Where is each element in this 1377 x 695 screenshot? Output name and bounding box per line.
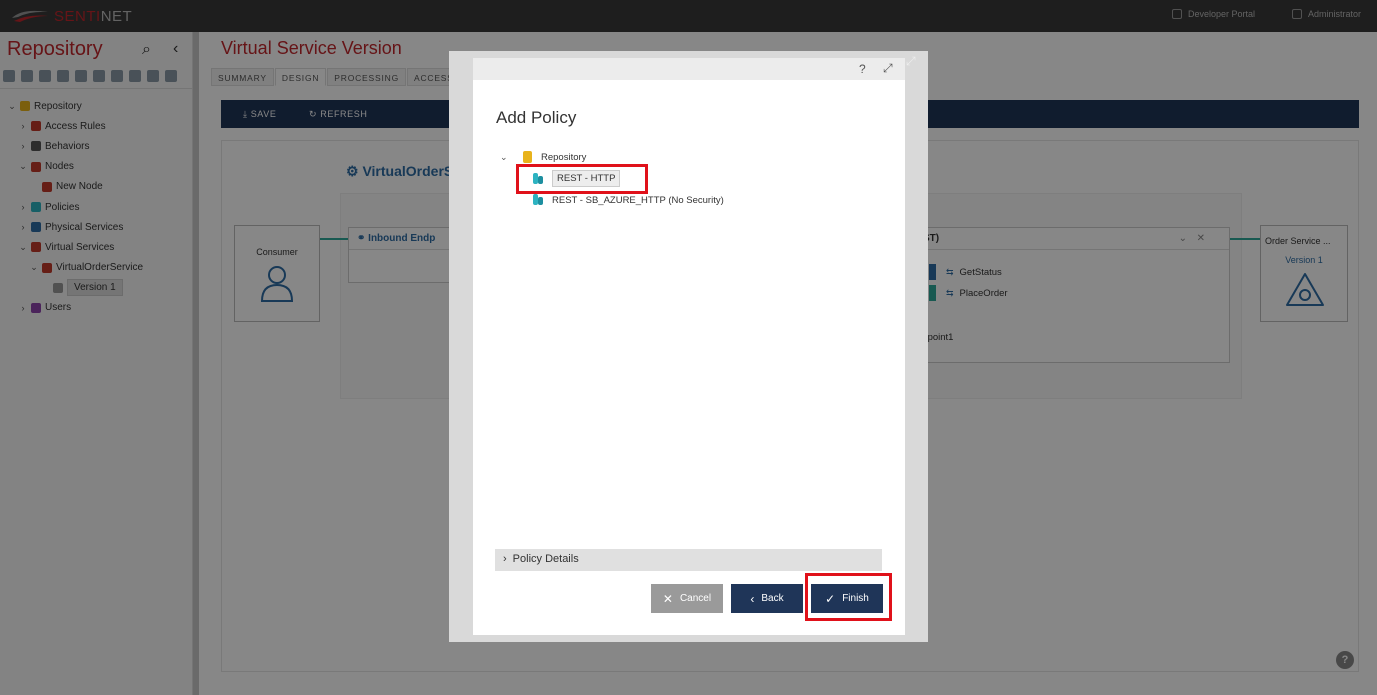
policy-item-rest-sb-azure-http[interactable]: REST - SB_AZURE_HTTP (No Security): [533, 194, 724, 206]
tree-item-repository[interactable]: ⌄ Repository: [500, 151, 586, 163]
chevron-right-icon: ›: [503, 553, 507, 565]
highlight-box: [805, 573, 892, 621]
back-label: Back: [761, 593, 784, 604]
highlight-box: [516, 164, 648, 194]
expand-icon[interactable]: ⤢: [883, 61, 893, 76]
policy-details-label: Policy Details: [512, 553, 579, 565]
back-button[interactable]: ‹ Back: [731, 584, 803, 613]
cancel-label: Cancel: [679, 593, 712, 604]
help-icon[interactable]: ?: [859, 62, 866, 76]
add-policy-dialog: ? ⤢ Add Policy ⌄ Repository REST - HTTP …: [473, 58, 905, 635]
policy-icon: [533, 194, 545, 206]
policy-label: REST - SB_AZURE_HTTP (No Security): [552, 194, 724, 206]
dialog-title: Add Policy: [496, 108, 577, 127]
tree-item-label: Repository: [541, 151, 587, 163]
chevron-down-icon[interactable]: ⌄: [500, 152, 514, 163]
close-icon: ✕: [662, 591, 673, 606]
policy-details-expander[interactable]: › Policy Details: [495, 549, 882, 571]
expand-icon[interactable]: ⤢: [906, 54, 916, 69]
cancel-button[interactable]: ✕ Cancel: [651, 584, 723, 613]
chevron-left-icon: ‹: [750, 591, 755, 606]
dialog-header-bar: ? ⤢: [473, 58, 905, 80]
repository-icon: [523, 151, 532, 163]
